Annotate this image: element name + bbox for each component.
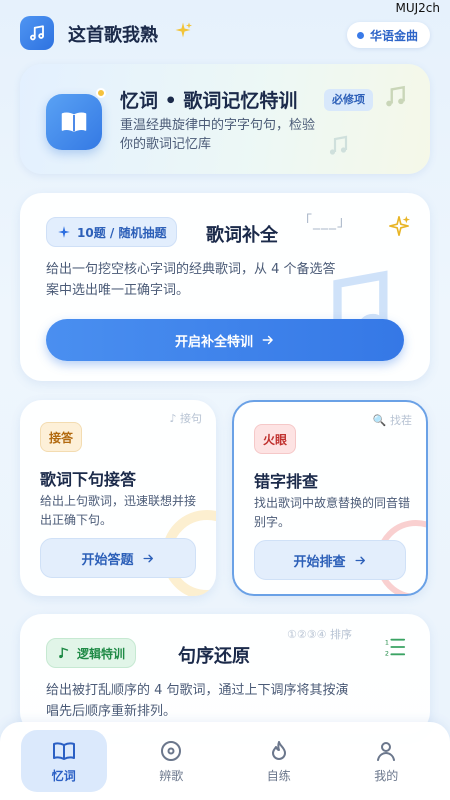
arrow-right-icon [142, 554, 153, 562]
answer-tag: 接答 [40, 422, 83, 452]
question-count-label: 10题 / 随机抽题 [77, 225, 167, 240]
start-completion-label: 开启补全特训 [174, 334, 253, 350]
start-typo-button[interactable]: 开始排查 [254, 540, 406, 580]
watermark: MUJ2ch [395, 1, 440, 15]
nav-item-profile[interactable]: 我的 [343, 730, 429, 792]
svg-text:2: 2 [385, 649, 389, 657]
arrow-right-icon [354, 556, 365, 564]
start-answer-button[interactable]: 开始答题 [40, 538, 196, 578]
typo-title: 错字排查 [254, 472, 319, 491]
corner-label: 🔍 找茬 [372, 414, 412, 427]
nav-label: 忆词 [51, 768, 76, 783]
start-typo-label: 开始排查 [293, 554, 346, 570]
language-label: 华语金曲 [369, 28, 418, 43]
user-icon [377, 741, 396, 761]
nav-item-practice[interactable]: 自练 [236, 730, 322, 792]
notification-dot [96, 88, 106, 98]
corner-label: ①②③④ 排序 [287, 628, 352, 641]
hero-description: 重温经典旋律中的字字句句，检验你的歌词记忆库 [120, 118, 316, 152]
typo-description: 找出歌词中故意替换的同音错别字。 [254, 496, 411, 529]
start-answer-label: 开始答题 [81, 552, 134, 568]
nav-item-memory[interactable]: 忆词 [20, 730, 107, 792]
order-title: 句序还原 [178, 646, 250, 667]
open-book-icon [46, 94, 102, 150]
order-description: 给出被打乱顺序的 4 句歌词，通过上下调序将其按演唱先后顺序重新排列。 [46, 683, 349, 719]
completion-title: 歌词补全 [206, 225, 278, 246]
music-note-icon [59, 647, 69, 659]
svg-text:1: 1 [385, 638, 389, 646]
music-note-app-icon [20, 16, 54, 50]
answer-description: 给出上句歌词，迅速联想并接出正确下句。 [40, 494, 197, 527]
bottom-navigation: 忆词 辨歌 自练 我的 [0, 722, 450, 800]
lyrics-completion-card[interactable]: 10题 / 随机抽题 歌词补全 「___」 给出一句挖空核心字词的经典歌词，从 … [20, 193, 430, 381]
book-icon [52, 741, 75, 760]
hero-banner: 忆词 • 歌词记忆特训 必修项 重温经典旋律中的字字句句，检验你的歌词记忆库 [20, 64, 430, 174]
sentence-order-card[interactable]: 逻辑特训 句序还原 ①②③④ 排序 12 给出被打乱顺序的 4 句歌词，通过上下… [20, 614, 430, 734]
flame-icon [271, 740, 286, 760]
logic-training-label: 逻辑特训 [77, 646, 126, 661]
corner-label: ♪ 接句 [169, 412, 202, 425]
question-count-tag: 10题 / 随机抽题 [46, 217, 178, 247]
language-selector[interactable]: 华语金曲 [346, 22, 430, 48]
nav-label: 辨歌 [159, 768, 184, 783]
nav-label: 我的 [374, 768, 399, 783]
app-header: 这首歌我熟 华语金曲 [20, 16, 430, 56]
next-line-answer-card[interactable]: 接答 ♪ 接句 歌词下句接答 给出上句歌词，迅速联想并接出正确下句。 开始答题 [20, 400, 216, 596]
ordered-list-icon: 12 [384, 636, 406, 662]
dot-icon [356, 31, 364, 39]
sparkle-icon [388, 215, 410, 241]
blank-bracket: 「___」 [298, 214, 352, 230]
music-note-icon [326, 134, 350, 162]
music-note-icon [382, 84, 408, 114]
nav-item-identify[interactable]: 辨歌 [128, 730, 214, 792]
required-badge: 必修项 [324, 89, 373, 111]
completion-description: 给出一句挖空核心字词的经典歌词，从 4 个备选答案中选出唯一正确字词。 [46, 262, 336, 298]
start-completion-button[interactable]: 开启补全特训 [46, 319, 404, 361]
nav-label: 自练 [266, 768, 291, 783]
sparkle-icon [174, 21, 192, 43]
logic-training-tag: 逻辑特训 [46, 638, 137, 668]
sparkle-icon [58, 226, 70, 238]
answer-title: 歌词下句接答 [40, 470, 137, 489]
typo-check-card[interactable]: 火眼 🔍 找茬 错字排查 找出歌词中故意替换的同音错别字。 开始排查 [232, 400, 428, 596]
disc-icon [161, 740, 182, 761]
sharp-eye-tag: 火眼 [254, 424, 297, 454]
arrow-right-icon [262, 335, 273, 345]
hero-title: 忆词 • 歌词记忆特训 [120, 90, 298, 112]
app-title: 这首歌我熟 [68, 25, 158, 46]
